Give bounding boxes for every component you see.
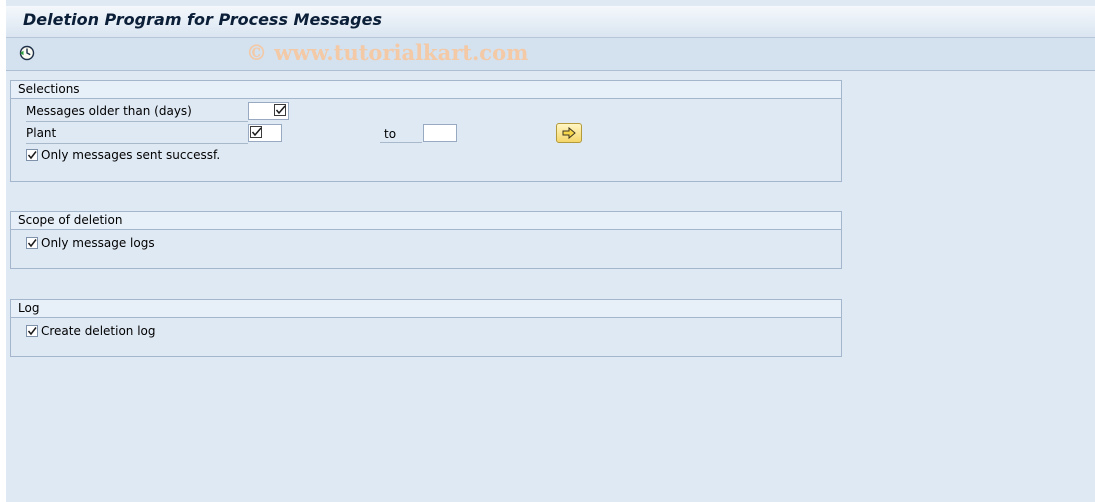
only-sent-checkbox[interactable]: [26, 149, 38, 161]
plant-row: Plant to: [11, 123, 841, 144]
plant-label: Plant: [26, 125, 248, 144]
only-sent-label: Only messages sent successf.: [41, 148, 221, 162]
create-log-checkbox[interactable]: [26, 325, 38, 337]
scope-group-header: Scope of deletion: [11, 212, 841, 230]
messages-older-row: Messages older than (days): [11, 101, 841, 122]
log-group: Log Create deletion log: [10, 299, 842, 357]
page-title: Deletion Program for Process Messages: [23, 10, 382, 29]
checkmark-icon: [27, 239, 37, 248]
plant-from-input[interactable]: [248, 124, 282, 142]
log-group-header: Log: [11, 300, 841, 318]
arrow-right-icon: [562, 126, 576, 140]
watermark-text: © www.tutorialkart.com: [246, 40, 529, 65]
messages-older-label: Messages older than (days): [26, 103, 248, 122]
create-log-label: Create deletion log: [41, 324, 156, 338]
to-label: to: [380, 125, 422, 143]
selections-group: Selections Messages older than (days) Pl…: [10, 80, 842, 182]
execute-icon[interactable]: [18, 44, 36, 62]
application-toolbar: © www.tutorialkart.com: [6, 38, 1095, 71]
selection-screen: Selections Messages older than (days) Pl…: [6, 71, 1095, 502]
multiple-selection-button[interactable]: [556, 123, 582, 143]
checkmark-icon: [27, 151, 37, 160]
messages-older-input[interactable]: [248, 102, 289, 120]
scope-of-deletion-group: Scope of deletion Only message logs: [10, 211, 842, 269]
selections-group-header: Selections: [11, 81, 841, 99]
required-field-icon: [274, 104, 286, 116]
only-logs-checkbox[interactable]: [26, 237, 38, 249]
checkmark-icon: [27, 327, 37, 336]
plant-to-input[interactable]: [423, 124, 457, 142]
only-logs-label: Only message logs: [41, 236, 155, 250]
required-field-icon: [250, 126, 262, 138]
title-bar: Deletion Program for Process Messages: [6, 6, 1095, 38]
